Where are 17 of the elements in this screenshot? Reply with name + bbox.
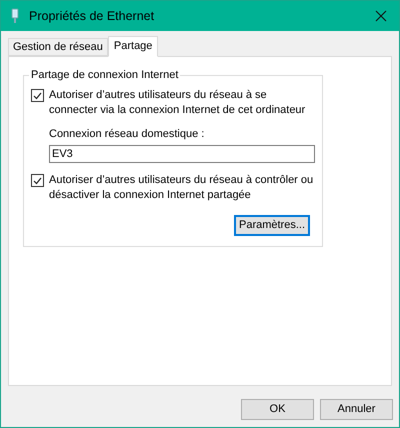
checkbox[interactable] bbox=[31, 174, 44, 187]
checkmark-icon bbox=[33, 176, 42, 184]
checkmark-icon bbox=[33, 92, 42, 100]
field-label: Connexion réseau domestique : bbox=[49, 127, 206, 142]
group-title: Partage de connexion Internet bbox=[29, 68, 180, 83]
network-icon bbox=[11, 8, 19, 24]
tab[interactable]: Partage bbox=[108, 36, 158, 57]
settings-button[interactable]: Paramètres... bbox=[234, 215, 310, 236]
dialog-button[interactable]: Annuler bbox=[320, 399, 393, 420]
checkbox-label: Autoriser d’autres utilisateurs du réseau à se connecter via la connexion Internet de cet ordinateur bbox=[49, 88, 306, 118]
checkbox-label: Autoriser d’autres utilisateurs du réseau à contrôler ou désactiver la connexion Internet partagée bbox=[49, 173, 314, 203]
tab[interactable]: Gestion de réseau bbox=[8, 38, 108, 56]
window-title: Propriétés de Ethernet bbox=[29, 8, 154, 25]
dialog-button[interactable]: OK bbox=[241, 399, 314, 420]
checkbox[interactable] bbox=[31, 89, 44, 102]
input-field[interactable]: EV3 bbox=[49, 145, 315, 163]
close-icon[interactable] bbox=[375, 10, 387, 22]
